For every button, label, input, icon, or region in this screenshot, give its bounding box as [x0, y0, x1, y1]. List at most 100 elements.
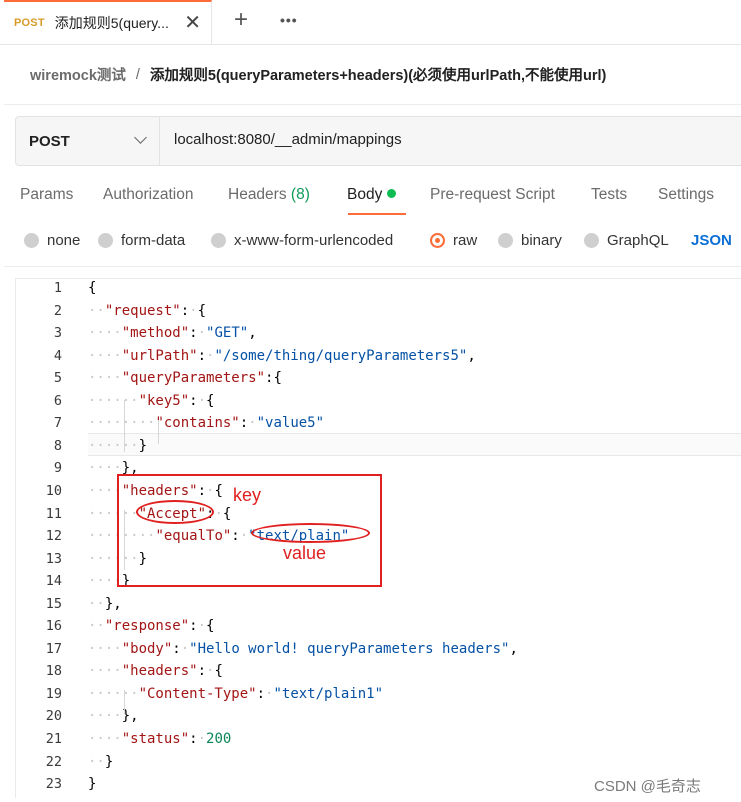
body-indicator-dot — [387, 189, 397, 198]
url-input[interactable]: localhost:8080/__admin/mappings — [174, 131, 402, 148]
code-line[interactable]: ····"body":·"Hello world! queryParameter… — [88, 638, 518, 660]
code-line[interactable]: ··} — [88, 751, 113, 773]
radio-circle — [498, 233, 513, 248]
headers-count: (8) — [290, 186, 310, 203]
code-line[interactable]: ······} — [88, 435, 147, 457]
tab-tests[interactable]: Tests — [591, 186, 627, 204]
tab-label: Params — [20, 186, 74, 203]
radio-x-www-form-urlencoded[interactable]: x-www-form-urlencoded — [211, 232, 393, 249]
divider — [4, 104, 741, 105]
tab-label: Settings — [658, 186, 715, 203]
watermark: CSDN @毛奇志 — [594, 778, 701, 795]
annotation-ellipse-key — [136, 500, 214, 524]
tab-params[interactable]: Params — [20, 186, 73, 204]
radio-circle-selected — [430, 233, 445, 248]
tab-label: Tests — [591, 186, 628, 203]
active-tab-underline — [348, 213, 406, 215]
tab-authorization[interactable]: Authorization — [103, 186, 193, 204]
radio-label: x-www-form-urlencoded — [234, 232, 394, 249]
request-tab[interactable]: POST 添加规则5(query... ✕ — [4, 0, 212, 44]
close-icon[interactable]: ✕ — [184, 13, 201, 33]
line-number: 11 — [45, 505, 62, 522]
radio-circle — [98, 233, 113, 248]
breadcrumb: wiremock测试 / 添加规则5(queryParameters+heade… — [30, 64, 606, 85]
line-number: 8 — [53, 437, 62, 454]
raw-format-dropdown[interactable]: JSON — [691, 232, 732, 249]
breadcrumb-separator: / — [135, 66, 140, 83]
annotation-key-label: key — [233, 485, 262, 505]
line-number: 2 — [53, 302, 62, 319]
line-number: 6 — [53, 392, 62, 409]
plus-icon[interactable]: + — [234, 6, 248, 34]
line-number: 12 — [45, 528, 62, 545]
indent-guide — [158, 420, 159, 444]
tab-title: 添加规则5(query... — [54, 15, 169, 31]
divider — [0, 44, 741, 45]
tab-pre-request-script[interactable]: Pre-request Script — [430, 186, 555, 204]
code-line[interactable]: } — [88, 773, 96, 795]
radio-graphql[interactable]: GraphQL — [584, 232, 669, 249]
divider — [4, 266, 741, 267]
tab-headers[interactable]: Headers (8) — [228, 186, 310, 204]
line-number: 15 — [45, 595, 62, 612]
line-number: 13 — [45, 550, 62, 567]
method-select[interactable]: POST — [16, 117, 160, 165]
line-number: 9 — [53, 460, 62, 477]
line-number: 23 — [45, 776, 62, 793]
tab-label: Authorization — [103, 186, 194, 203]
line-number: 10 — [45, 482, 62, 499]
line-number: 7 — [53, 415, 62, 432]
breadcrumb-collection[interactable]: wiremock测试 — [30, 64, 126, 85]
line-number: 5 — [53, 370, 62, 387]
tab-label: Headers — [228, 186, 287, 203]
code-line[interactable]: ··"request":·{ — [88, 300, 206, 322]
code-line[interactable]: ····"urlPath":·"/some/thing/queryParamet… — [88, 345, 476, 367]
code-line[interactable]: ··"response":·{ — [88, 615, 214, 637]
annotation-ellipse-value — [251, 523, 370, 543]
line-number: 14 — [45, 573, 62, 590]
radio-none[interactable]: none — [24, 232, 80, 249]
code-line[interactable]: ··}, — [88, 593, 122, 615]
radio-label: GraphQL — [607, 232, 669, 249]
radio-label: raw — [453, 232, 478, 249]
radio-circle — [24, 233, 39, 248]
current-line-highlight — [88, 433, 741, 456]
tab-strip: POST 添加规则5(query... ✕ + ••• — [0, 0, 741, 44]
code-line[interactable]: ····"headers":·{ — [88, 660, 223, 682]
code-line[interactable]: ····"status":·200 — [88, 728, 231, 750]
line-number: 18 — [45, 663, 62, 680]
radio-label: none — [47, 232, 81, 249]
radio-circle — [211, 233, 226, 248]
code-line[interactable]: { — [88, 277, 96, 299]
annotation-value-label: value — [283, 543, 327, 563]
code-line[interactable]: ······"Content-Type":·"text/plain1" — [88, 683, 383, 705]
tab-label: Body — [347, 186, 383, 203]
radio-circle — [584, 233, 599, 248]
code-line[interactable]: ····"method":·"GET", — [88, 322, 257, 344]
line-number: 21 — [45, 731, 62, 747]
radio-label: form-data — [121, 232, 186, 249]
line-number: 20 — [45, 708, 62, 725]
indent-guide — [124, 690, 125, 714]
indent-guide — [124, 400, 125, 452]
code-line[interactable]: ····"queryParameters":{ — [88, 367, 282, 389]
line-number: 4 — [53, 347, 62, 364]
method-label: POST — [29, 132, 70, 150]
tab-settings[interactable]: Settings — [658, 186, 714, 204]
radio-binary[interactable]: binary — [498, 232, 562, 249]
code-line[interactable]: ····}, — [88, 705, 139, 727]
request-bar: POST localhost:8080/__admin/mappings — [15, 116, 741, 166]
code-line[interactable]: ······"key5":·{ — [88, 390, 214, 412]
tab-body[interactable]: Body — [347, 186, 397, 204]
radio-raw[interactable]: raw — [430, 232, 477, 249]
line-number: 17 — [45, 640, 62, 657]
more-icon[interactable]: ••• — [280, 12, 298, 28]
tab-label: Pre-request Script — [430, 186, 555, 203]
request-name[interactable]: 添加规则5(queryParameters+headers)(必须使用urlPa… — [150, 64, 606, 85]
tab-method: POST — [14, 17, 45, 29]
line-number: 1 — [53, 280, 62, 296]
line-number: 16 — [45, 618, 62, 635]
radio-form-data[interactable]: form-data — [98, 232, 185, 249]
chevron-down-icon — [134, 131, 147, 144]
line-number: 3 — [53, 325, 62, 342]
